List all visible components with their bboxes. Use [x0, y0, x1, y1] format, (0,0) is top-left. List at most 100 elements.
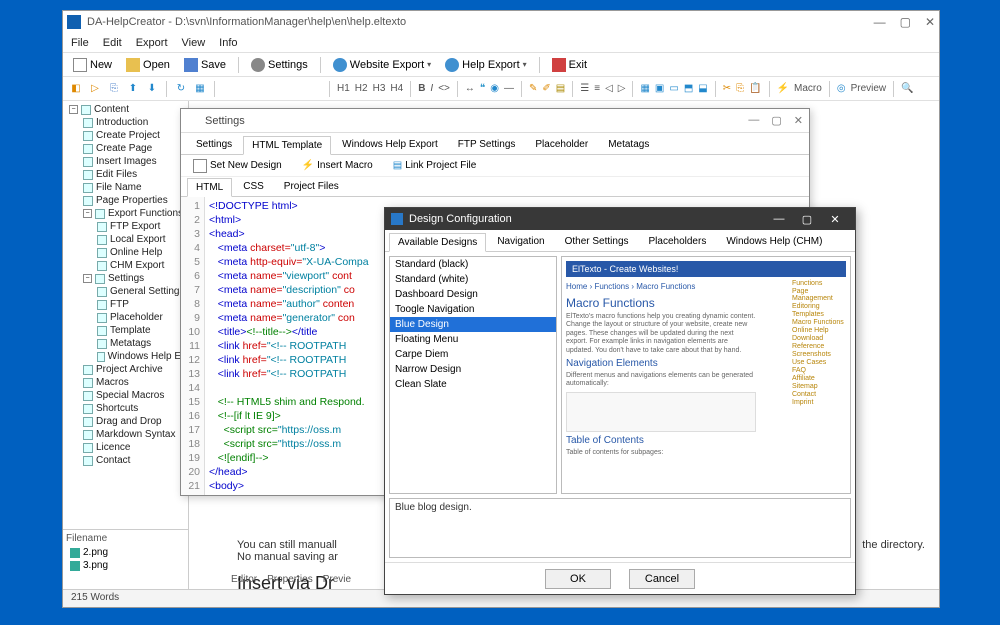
design-list[interactable]: Standard (black)Standard (white)Dashboar… — [389, 256, 557, 494]
website-export-button[interactable]: Website Export▾ — [329, 57, 435, 73]
cancel-button[interactable]: Cancel — [629, 569, 695, 589]
set-new-design-button[interactable]: Set New Design — [189, 158, 286, 174]
tree-settings-group[interactable]: −Settings — [65, 272, 186, 285]
tree-item[interactable]: FTP — [65, 298, 186, 311]
brush-icon[interactable]: ✐ — [542, 83, 550, 94]
design-tab[interactable]: Available Designs — [389, 233, 486, 252]
tree-item[interactable]: File Name — [65, 181, 186, 194]
menu-export[interactable]: Export — [136, 37, 168, 49]
design-list-item[interactable]: Blue Design — [390, 317, 556, 332]
design-list-item[interactable]: Toogle Navigation — [390, 302, 556, 317]
h4-button[interactable]: H4 — [390, 83, 403, 94]
italic-button[interactable]: I — [430, 83, 433, 94]
outdent-icon[interactable]: ◁ — [605, 83, 613, 94]
content-tree[interactable]: −Content IntroductionCreate ProjectCreat… — [63, 101, 188, 529]
tree-item[interactable]: General Settings — [65, 285, 186, 298]
tree-item[interactable]: Drag and Drop — [65, 415, 186, 428]
tree-item[interactable]: Project Archive — [65, 363, 186, 376]
tree-item[interactable]: FTP Export — [65, 220, 186, 233]
minimize-button[interactable]: — — [748, 114, 759, 127]
tree-item[interactable]: Markdown Syntax — [65, 428, 186, 441]
copy2-icon[interactable]: ⎘ — [736, 83, 744, 94]
tree-item[interactable]: CHM Export — [65, 259, 186, 272]
tree-item[interactable]: Macros — [65, 376, 186, 389]
tree-item[interactable]: Create Page — [65, 142, 186, 155]
settings-tab[interactable]: Windows Help Export — [333, 135, 447, 154]
open-button[interactable]: Open — [122, 57, 174, 73]
media-icon[interactable]: ▭ — [669, 83, 678, 94]
file-item[interactable]: 3.png — [66, 559, 185, 572]
tree-item[interactable]: Create Project — [65, 129, 186, 142]
link-icon[interactable]: ↔ — [465, 83, 475, 94]
strike-icon[interactable]: ◉ — [490, 83, 499, 94]
link2-icon[interactable]: ⬒ — [684, 83, 693, 94]
tree-item[interactable]: Contact — [65, 454, 186, 467]
quote-icon[interactable]: ❝ — [480, 83, 485, 94]
copy-icon[interactable]: ⎘ — [107, 82, 121, 96]
tree-item[interactable]: Placeholder — [65, 311, 186, 324]
sub-tab[interactable]: Project Files — [275, 177, 348, 196]
settings-tab[interactable]: FTP Settings — [449, 135, 525, 154]
sub-tab[interactable]: CSS — [234, 177, 273, 196]
h3-button[interactable]: H3 — [373, 83, 386, 94]
design-list-item[interactable]: Standard (black) — [390, 257, 556, 272]
close-button[interactable]: ✕ — [794, 114, 803, 127]
design-list-item[interactable]: Clean Slate — [390, 377, 556, 392]
maximize-button[interactable]: ▢ — [793, 209, 821, 229]
book-icon[interactable]: ▤ — [556, 83, 565, 94]
macro-button[interactable]: Macro — [794, 83, 822, 94]
menu-file[interactable]: File — [71, 37, 89, 49]
maximize-button[interactable]: ▢ — [900, 15, 911, 29]
design-list-item[interactable]: Carpe Diem — [390, 347, 556, 362]
tab-preview[interactable]: Previe — [323, 574, 351, 585]
design-tab[interactable]: Windows Help (CHM) — [717, 232, 831, 251]
new-button[interactable]: New — [69, 57, 116, 73]
table-icon[interactable]: ▦ — [640, 83, 649, 94]
tree-export-group[interactable]: −Export Functions — [65, 207, 186, 220]
pencil-icon[interactable]: ✎ — [529, 83, 537, 94]
tree-item[interactable]: Online Help — [65, 246, 186, 259]
h2-button[interactable]: H2 — [355, 83, 368, 94]
design-list-item[interactable]: Dashboard Design — [390, 287, 556, 302]
tree-item[interactable]: Special Macros — [65, 389, 186, 402]
exit-button[interactable]: Exit — [548, 57, 591, 73]
help-export-button[interactable]: Help Export▾ — [441, 57, 531, 73]
grid-icon[interactable]: ▦ — [193, 82, 207, 96]
minimize-button[interactable]: — — [874, 15, 886, 29]
settings-tab[interactable]: Settings — [187, 135, 241, 154]
close-button[interactable]: ✕ — [821, 209, 849, 229]
tab-properties[interactable]: Properties — [267, 574, 313, 585]
menu-edit[interactable]: Edit — [103, 37, 122, 49]
tree-item[interactable]: Edit Files — [65, 168, 186, 181]
bold-button[interactable]: B — [418, 83, 425, 94]
link-project-button[interactable]: ▤Link Project File — [389, 159, 481, 172]
tree-item[interactable]: Licence — [65, 441, 186, 454]
tree-item[interactable]: Template — [65, 324, 186, 337]
search-icon[interactable]: 🔍 — [901, 83, 913, 94]
tree-item[interactable]: Introduction — [65, 116, 186, 129]
tree-item[interactable]: Local Export — [65, 233, 186, 246]
doc-icon[interactable]: ◧ — [69, 82, 83, 96]
ok-button[interactable]: OK — [545, 569, 611, 589]
settings-tab[interactable]: Placeholder — [526, 135, 597, 154]
design-list-item[interactable]: Floating Menu — [390, 332, 556, 347]
design-list-item[interactable]: Standard (white) — [390, 272, 556, 287]
anchor-icon[interactable]: ⬓ — [698, 83, 707, 94]
settings-tab[interactable]: Metatags — [599, 135, 658, 154]
preview-button[interactable]: Preview — [851, 83, 887, 94]
code-button[interactable]: <> — [438, 83, 450, 94]
insert-macro-button[interactable]: ⚡Insert Macro — [298, 159, 377, 172]
file-item[interactable]: 2.png — [66, 546, 185, 559]
tree-item[interactable]: Insert Images — [65, 155, 186, 168]
page-icon[interactable]: ▷ — [88, 82, 102, 96]
design-list-item[interactable]: Narrow Design — [390, 362, 556, 377]
indent-icon[interactable]: ▷ — [618, 83, 626, 94]
refresh-icon[interactable]: ↻ — [174, 82, 188, 96]
menu-view[interactable]: View — [182, 37, 206, 49]
list-ul-icon[interactable]: ☰ — [580, 83, 589, 94]
menu-info[interactable]: Info — [219, 37, 237, 49]
maximize-button[interactable]: ▢ — [771, 114, 781, 127]
design-tab[interactable]: Other Settings — [556, 232, 638, 251]
settings-button[interactable]: Settings — [247, 57, 312, 73]
design-tab[interactable]: Placeholders — [640, 232, 716, 251]
